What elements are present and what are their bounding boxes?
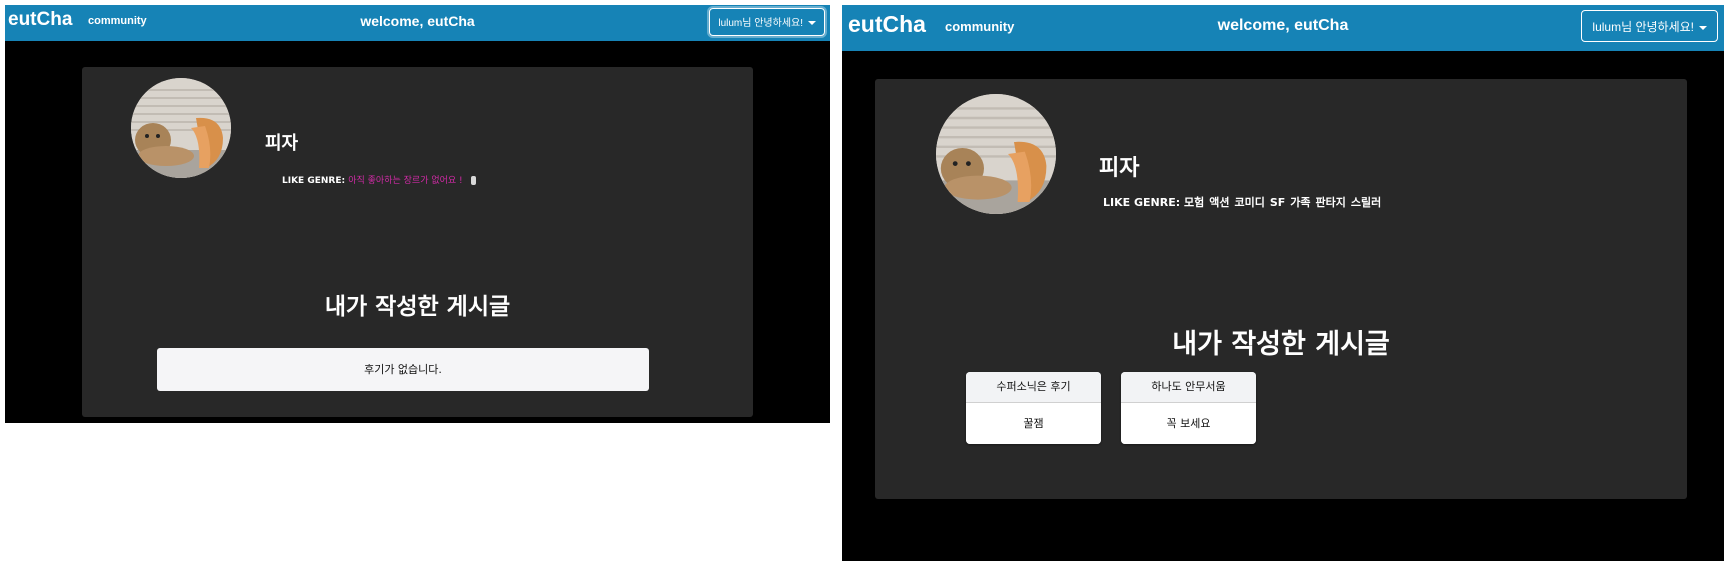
cat-photo-icon	[131, 78, 231, 178]
caret-down-icon	[808, 21, 816, 26]
user-menu-label: lulum님 안녕하세요!	[1592, 20, 1694, 34]
like-genre-line: LIKE GENRE: 모험 액션 코미디 SF 가족 판타지 스릴러	[1103, 194, 1386, 210]
user-menu-dropdown[interactable]: lulum님 안녕하세요!	[709, 8, 825, 36]
like-genre-label: LIKE GENRE:	[282, 176, 346, 186]
welcome-text: welcome, eutCha	[360, 13, 475, 29]
my-posts-title: 내가 작성한 게시글	[1172, 329, 1390, 360]
genre-tag: 가족	[1290, 196, 1311, 209]
cat-photo-icon	[936, 94, 1056, 214]
genre-tag: 모험	[1183, 196, 1205, 209]
like-genre-label: LIKE GENRE:	[1103, 196, 1181, 209]
navbar: eutCha community welcome, eutCha lulum님 …	[5, 5, 830, 41]
nickname: 피자	[1099, 156, 1140, 181]
profile-screen-no-posts: eutCha community welcome, eutCha lulum님 …	[5, 5, 830, 423]
post-card-body: 꿀잼	[966, 403, 1101, 444]
post-card-body: 꼭 보세요	[1121, 403, 1256, 444]
no-posts-message: 후기가 없습니다.	[157, 348, 649, 391]
post-card-title: 하나도 안무서움	[1121, 372, 1256, 403]
like-genre-empty-message: 아직 좋아하는 장르가 없어요 !	[348, 176, 463, 186]
profile-screen-with-posts: eutCha community welcome, eutCha lulum님 …	[842, 5, 1724, 561]
user-menu-label: lulum님 안녕하세요!	[718, 18, 803, 29]
profile-panel: 피자 LIKE GENRE: 아직 좋아하는 장르가 없어요 ! 내가 작성한 …	[82, 67, 753, 417]
nickname: 피자	[265, 133, 299, 154]
profile-panel: 피자 LIKE GENRE: 모험 액션 코미디 SF 가족 판타지 스릴러 내가 작성한 …	[875, 79, 1687, 499]
like-genre-line: LIKE GENRE: 아직 좋아하는 장르가 없어요 !	[282, 173, 476, 186]
genre-tag: SF	[1269, 196, 1286, 209]
genre-tag: 판타지	[1315, 196, 1346, 209]
navbar: eutCha community welcome, eutCha lulum님 …	[842, 5, 1724, 51]
genre-tag: 코미디	[1234, 196, 1265, 209]
mouse-cursor-icon	[470, 176, 476, 185]
post-card[interactable]: 하나도 안무서움 꼭 보세요	[1121, 372, 1256, 444]
post-card[interactable]: 수퍼소닉은 후기 꿀잼	[966, 372, 1101, 444]
caret-down-icon	[1699, 25, 1707, 30]
genre-tag: 액션	[1209, 196, 1230, 209]
avatar	[936, 94, 1056, 214]
genre-tag: 스릴러	[1350, 196, 1382, 209]
user-menu-dropdown[interactable]: lulum님 안녕하세요!	[1581, 10, 1718, 42]
post-card-title: 수퍼소닉은 후기	[966, 372, 1101, 403]
avatar	[131, 78, 231, 178]
my-posts-title: 내가 작성한 게시글	[324, 294, 511, 320]
